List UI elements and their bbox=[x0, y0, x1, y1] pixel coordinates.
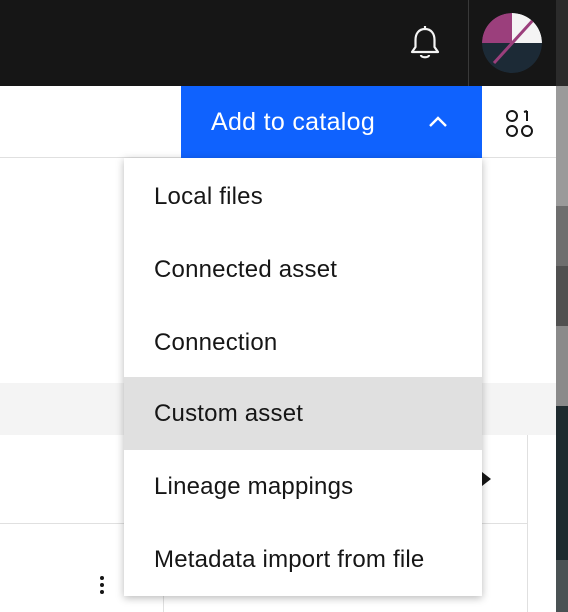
user-avatar[interactable] bbox=[482, 13, 542, 73]
view-switcher-icon[interactable] bbox=[503, 107, 535, 139]
add-to-catalog-menu: Local files Connected asset Connection C… bbox=[124, 158, 482, 596]
chevron-up-icon bbox=[429, 116, 447, 127]
menu-item-label: Metadata import from file bbox=[154, 545, 425, 573]
menu-item-label: Local files bbox=[154, 182, 263, 210]
notification-bell-icon[interactable] bbox=[406, 24, 444, 62]
menu-item-lineage-mappings[interactable]: Lineage mappings bbox=[124, 450, 482, 523]
menu-item-label: Connection bbox=[154, 328, 278, 356]
overflow-menu-icon[interactable] bbox=[92, 570, 112, 600]
caret-right-icon[interactable] bbox=[482, 472, 491, 486]
menu-item-label: Lineage mappings bbox=[154, 472, 354, 500]
add-to-catalog-button[interactable]: Add to catalog bbox=[181, 86, 482, 158]
menu-item-custom-asset[interactable]: Custom asset bbox=[124, 377, 482, 450]
menu-item-label: Custom asset bbox=[154, 399, 304, 427]
global-header bbox=[0, 0, 556, 86]
menu-item-connection[interactable]: Connection bbox=[124, 306, 482, 379]
adjacent-window-strip bbox=[556, 0, 568, 612]
menu-item-label: Connected asset bbox=[154, 255, 338, 283]
add-to-catalog-label: Add to catalog bbox=[211, 107, 376, 136]
catalog-toolbar: Add to catalog bbox=[0, 86, 556, 158]
menu-item-connected-asset[interactable]: Connected asset bbox=[124, 233, 482, 306]
menu-item-metadata-import[interactable]: Metadata import from file bbox=[124, 523, 482, 596]
header-divider bbox=[468, 0, 469, 86]
menu-item-local-files[interactable]: Local files bbox=[124, 160, 482, 233]
